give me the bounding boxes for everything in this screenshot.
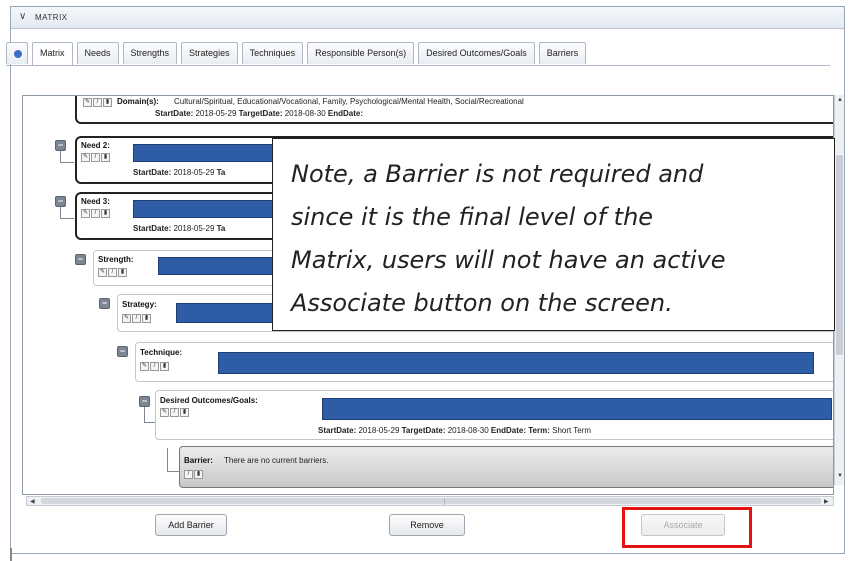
outcome-node[interactable]: Desired Outcomes/Goals: ✎ / ▮ StartDate:…: [155, 390, 833, 440]
edit-icon[interactable]: /: [170, 408, 179, 417]
strategy-label: Strategy:: [122, 300, 157, 309]
remove-button[interactable]: Remove: [389, 514, 465, 536]
note-line: since it is the final level of the: [291, 203, 654, 231]
tab-strengths[interactable]: Strengths: [122, 42, 178, 64]
edit-icon[interactable]: /: [91, 153, 100, 162]
tab-techniques[interactable]: Techniques: [241, 42, 304, 64]
view-icon[interactable]: ✎: [122, 314, 131, 323]
collapse-need3-icon[interactable]: −: [55, 196, 66, 207]
barrier-node[interactable]: Barrier: There are no current barriers. …: [179, 446, 833, 488]
view-icon[interactable]: ✎: [83, 98, 92, 107]
tab-responsible-persons[interactable]: Responsible Person(s): [307, 42, 415, 64]
redacted-text: [176, 303, 276, 323]
view-icon[interactable]: ✎: [81, 153, 90, 162]
redacted-text: [133, 200, 273, 218]
scroll-left-icon[interactable]: ◀: [30, 498, 35, 505]
view-icon[interactable]: ✎: [98, 268, 107, 277]
delete-icon[interactable]: ▮: [180, 408, 189, 417]
globe-icon: [14, 50, 22, 58]
barrier-label: Barrier:: [184, 456, 213, 465]
divider: [10, 548, 12, 561]
node-actions: ✎ / ▮: [98, 268, 127, 277]
node-actions: / ▮: [184, 470, 203, 479]
note-line: Note, a Barrier is not required and: [291, 160, 704, 188]
delete-icon[interactable]: ▮: [160, 362, 169, 371]
edit-icon[interactable]: /: [150, 362, 159, 371]
section-header[interactable]: ∨ MATRIX: [11, 7, 844, 29]
tab-desired-outcomes[interactable]: Desired Outcomes/Goals: [418, 42, 535, 64]
redacted-text: [133, 144, 273, 162]
node-actions: ✎ / ▮: [83, 98, 112, 107]
note-line: Associate button on the screen.: [291, 289, 673, 317]
grip-icon: ⋮: [441, 499, 448, 506]
barrier-value: There are no current barriers.: [224, 456, 329, 465]
delete-icon[interactable]: ▮: [101, 153, 110, 162]
scroll-up-icon[interactable]: ▲: [837, 97, 843, 103]
domain-dates: StartDate: 2018-05-29 TargetDate: 2018-0…: [155, 109, 363, 118]
edit-icon[interactable]: /: [93, 98, 102, 107]
strength-label: Strength:: [98, 255, 134, 264]
vertical-scrollbar[interactable]: ▲ ▼: [834, 95, 844, 485]
need3-label: Need 3:: [81, 197, 110, 206]
scroll-down-icon[interactable]: ▼: [837, 473, 843, 479]
section-title: MATRIX: [35, 13, 68, 22]
delete-icon[interactable]: ▮: [142, 314, 151, 323]
horizontal-scrollbar[interactable]: ◀ ⋮ ▶: [26, 496, 834, 506]
edit-icon[interactable]: /: [184, 470, 193, 479]
need2-dates: StartDate: 2018-05-29 Ta: [133, 168, 226, 177]
chevron-down-icon[interactable]: ∨: [19, 11, 26, 22]
tab-bar: Matrix Needs Strengths Strategies Techni…: [6, 42, 587, 66]
tab-needs[interactable]: Needs: [76, 42, 119, 64]
delete-icon[interactable]: ▮: [103, 98, 112, 107]
node-actions: ✎ / ▮: [81, 153, 110, 162]
delete-icon[interactable]: ▮: [101, 209, 110, 218]
node-actions: ✎ / ▮: [160, 408, 189, 417]
delete-icon[interactable]: ▮: [118, 268, 127, 277]
collapse-strategy-icon[interactable]: −: [99, 298, 110, 309]
collapse-technique-icon[interactable]: −: [117, 346, 128, 357]
node-actions: ✎ / ▮: [122, 314, 151, 323]
technique-node[interactable]: Technique: ✎ / ▮: [135, 342, 833, 382]
collapse-need2-icon[interactable]: −: [55, 140, 66, 151]
domain-node[interactable]: ✎ / ▮ Domain(s): Cultural/Spiritual, Edu…: [75, 96, 833, 124]
technique-label: Technique:: [140, 348, 183, 357]
redacted-text: [218, 352, 814, 374]
view-icon[interactable]: ✎: [140, 362, 149, 371]
redacted-text: [158, 257, 278, 275]
collapse-outcome-icon[interactable]: −: [139, 396, 150, 407]
tab-barriers[interactable]: Barriers: [538, 42, 587, 64]
note-line: Matrix, users will not have an active: [291, 246, 726, 274]
node-actions: ✎ / ▮: [140, 362, 169, 371]
tab-strategies[interactable]: Strategies: [181, 42, 238, 64]
edit-icon[interactable]: /: [91, 209, 100, 218]
view-icon[interactable]: ✎: [81, 209, 90, 218]
outcome-dates: StartDate: 2018-05-29 TargetDate: 2018-0…: [318, 426, 592, 435]
view-icon[interactable]: ✎: [160, 408, 169, 417]
scrollbar-thumb[interactable]: [836, 155, 843, 355]
need2-label: Need 2:: [81, 141, 110, 150]
domain-value: Cultural/Spiritual, Educational/Vocation…: [174, 97, 524, 106]
associate-highlight: [622, 507, 752, 548]
collapse-strength-icon[interactable]: −: [75, 254, 86, 265]
redacted-text: [322, 398, 832, 420]
scrollbar-thumb[interactable]: ⋮: [41, 498, 821, 506]
domain-label: Domain(s):: [117, 97, 159, 106]
need3-dates: StartDate: 2018-05-29 Ta: [133, 224, 226, 233]
tree-connector: [60, 207, 74, 219]
edit-icon[interactable]: /: [132, 314, 141, 323]
edit-icon[interactable]: /: [108, 268, 117, 277]
tab-divider: [6, 65, 830, 66]
callout-note: Note, a Barrier is not required and sinc…: [272, 138, 835, 331]
tab-home[interactable]: [6, 42, 28, 64]
add-barrier-button[interactable]: Add Barrier: [155, 514, 227, 536]
tree-connector: [167, 448, 179, 472]
delete-icon[interactable]: ▮: [194, 470, 203, 479]
tree-connector: [60, 151, 74, 163]
scroll-right-icon[interactable]: ▶: [824, 498, 829, 505]
outcome-label: Desired Outcomes/Goals:: [160, 396, 258, 405]
tab-matrix[interactable]: Matrix: [32, 42, 73, 66]
node-actions: ✎ / ▮: [81, 209, 110, 218]
